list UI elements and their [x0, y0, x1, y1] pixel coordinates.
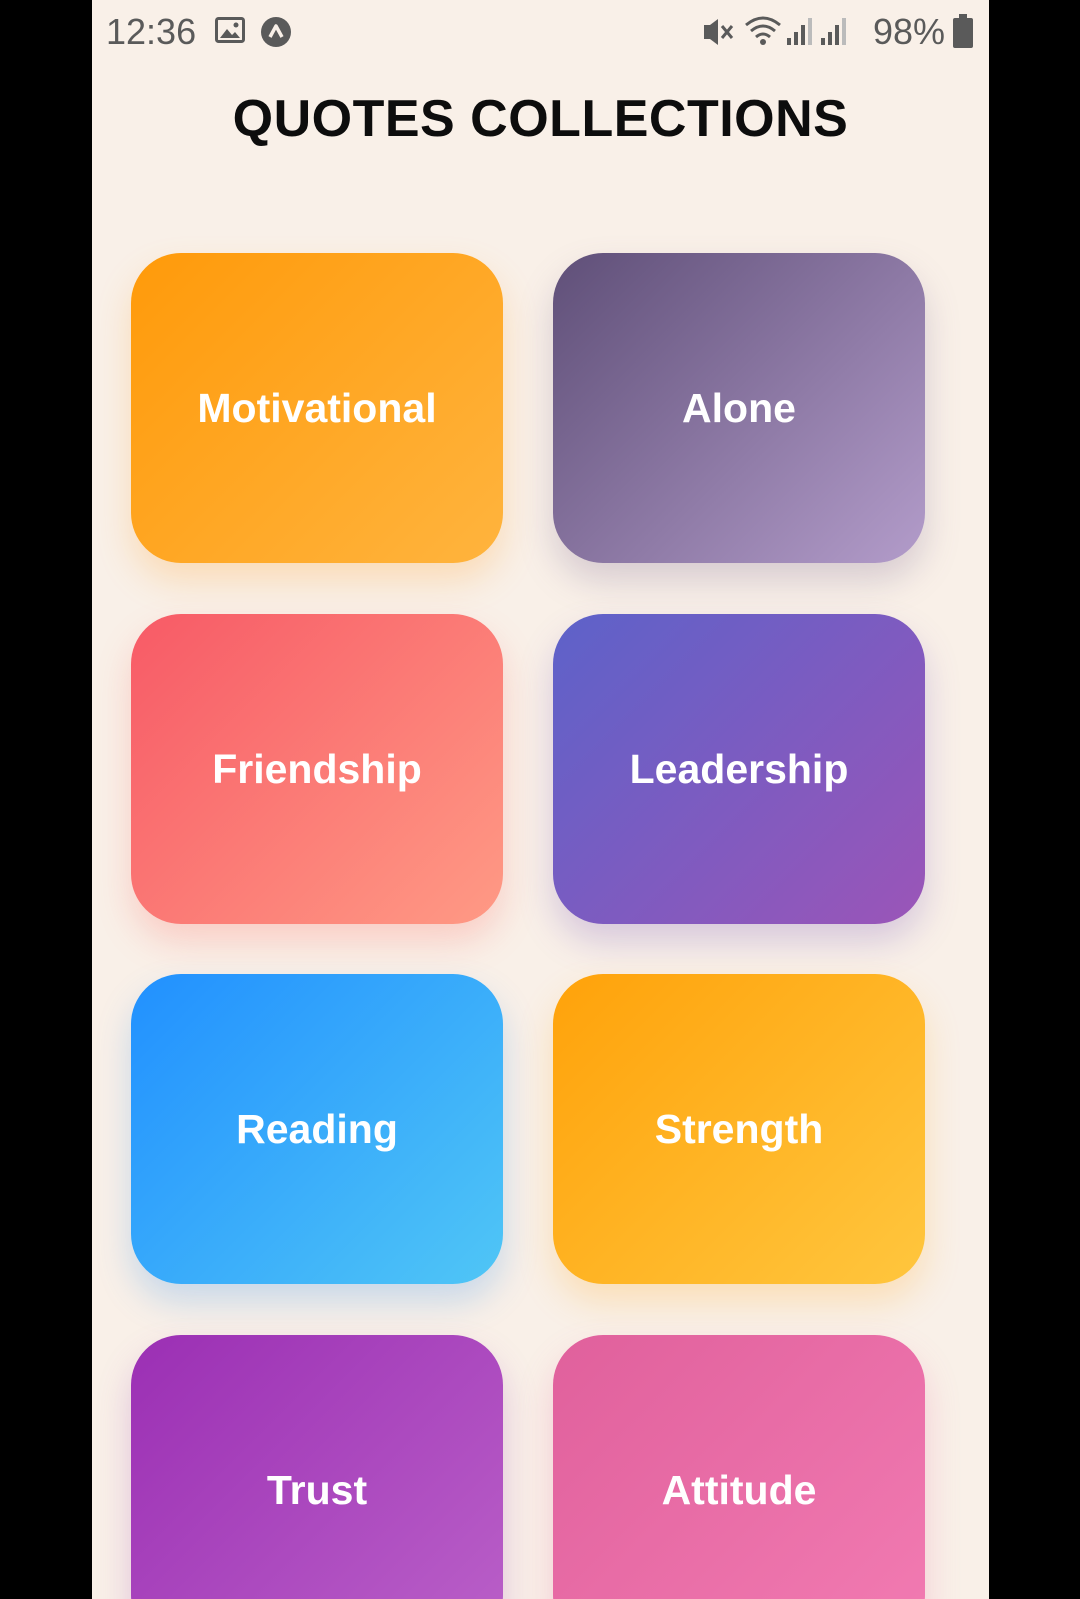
category-card-alone[interactable]: Alone	[553, 253, 925, 563]
battery-percent: 98%	[872, 11, 945, 52]
category-card-attitude[interactable]: Attitude	[553, 1335, 925, 1599]
category-label: Friendship	[212, 745, 422, 792]
vibrate-mute-icon	[700, 17, 734, 52]
category-label: Strength	[654, 1105, 824, 1152]
category-label: Leadership	[629, 745, 849, 792]
app-screen: 12:36 98% QUOTES COLLECTIONS Motivationa…	[92, 0, 989, 1599]
status-bar: 12:36 98%	[92, 0, 989, 62]
category-card-motivational[interactable]: Motivational	[131, 253, 503, 563]
category-card-reading[interactable]: Reading	[131, 974, 503, 1284]
wifi-icon	[744, 14, 782, 51]
signal-icon-2	[820, 16, 848, 51]
category-card-leadership[interactable]: Leadership	[553, 614, 925, 924]
page-title: QUOTES COLLECTIONS	[232, 90, 849, 148]
gallery-icon	[215, 17, 245, 48]
category-label: Attitude	[661, 1466, 817, 1513]
category-label: Trust	[266, 1466, 368, 1513]
app-notification-icon	[260, 16, 292, 53]
category-label: Reading	[236, 1105, 398, 1152]
category-card-strength[interactable]: Strength	[553, 974, 925, 1284]
status-time: 12:36	[106, 11, 197, 52]
battery-icon	[953, 14, 973, 53]
category-card-friendship[interactable]: Friendship	[131, 614, 503, 924]
signal-icon-1	[786, 16, 814, 51]
category-card-trust[interactable]: Trust	[131, 1335, 503, 1599]
category-label: Motivational	[197, 384, 437, 431]
category-label: Alone	[682, 384, 796, 431]
